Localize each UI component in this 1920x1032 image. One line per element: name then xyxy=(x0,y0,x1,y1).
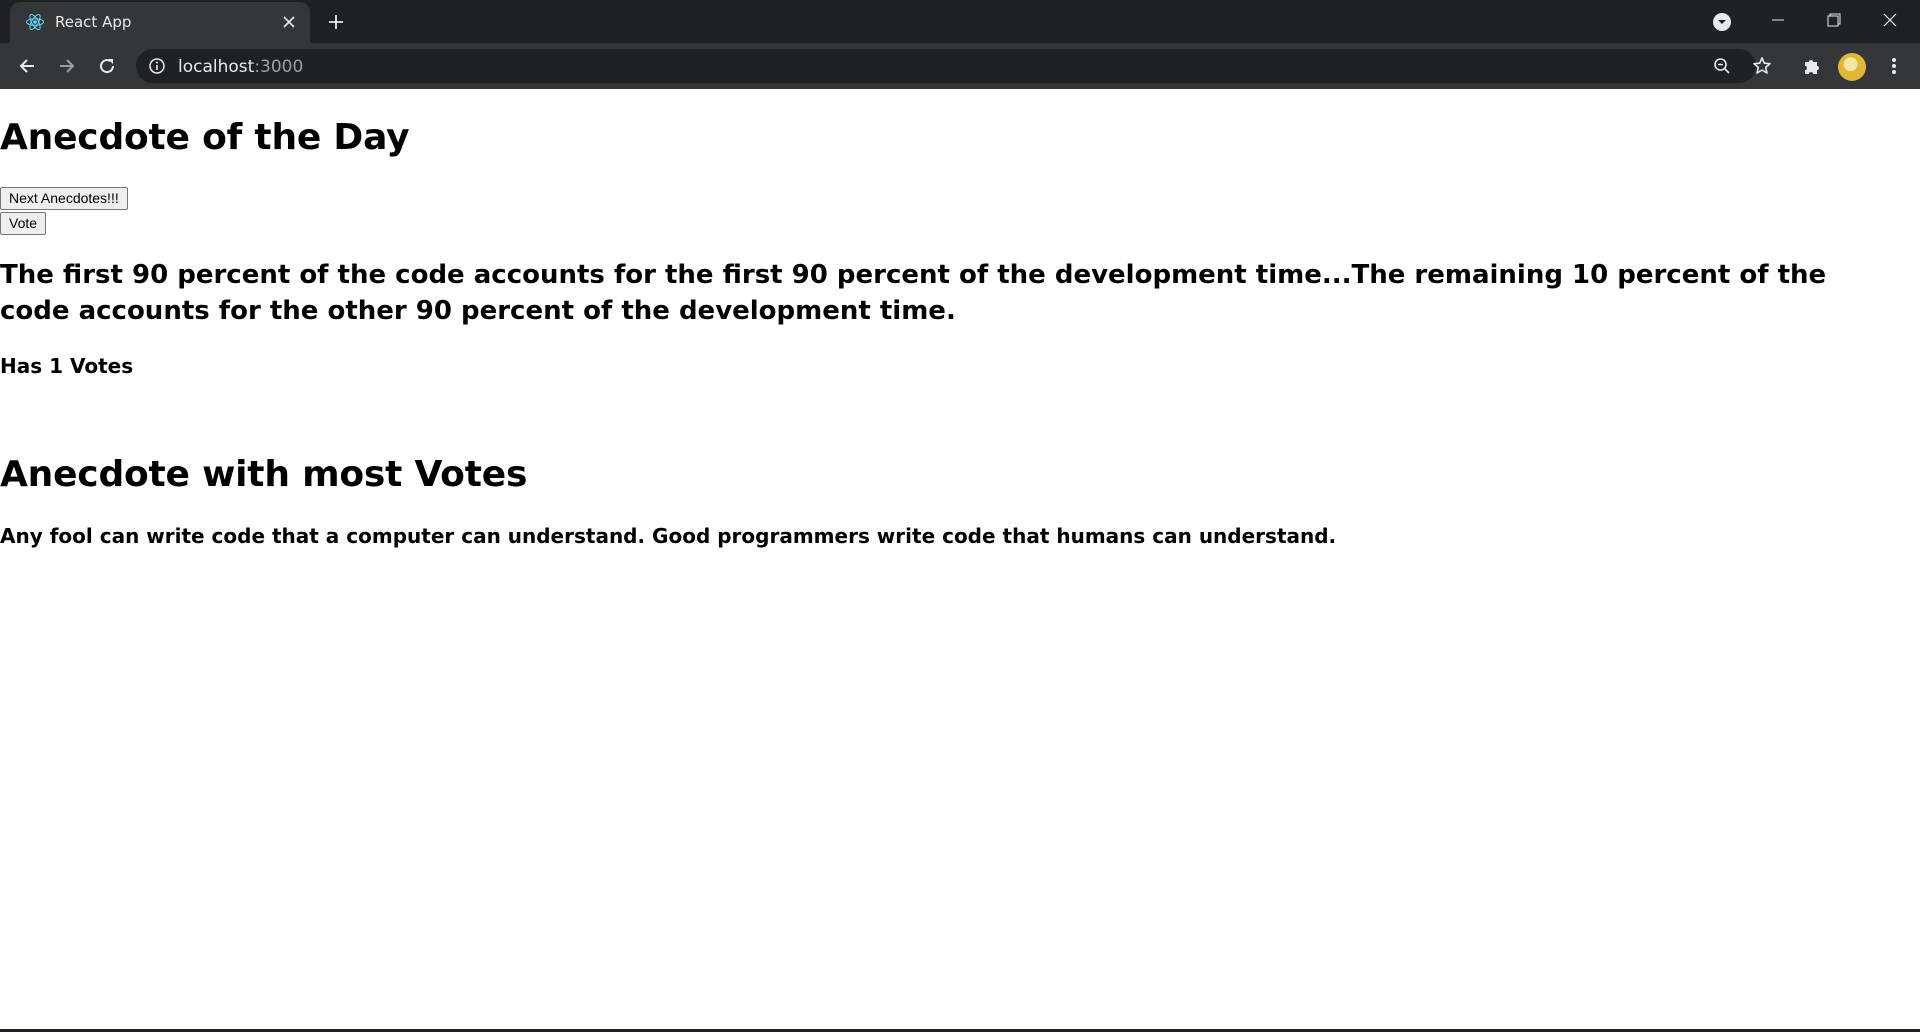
url-port: :3000 xyxy=(254,57,304,77)
tab-strip: React App xyxy=(0,0,1920,43)
window-close-icon[interactable] xyxy=(1862,0,1918,40)
next-anecdote-button[interactable]: Next Anecdotes!!! xyxy=(0,187,128,210)
puzzle-icon[interactable] xyxy=(1800,54,1824,78)
vote-button[interactable]: Vote xyxy=(0,212,47,235)
page-title: Anecdote of the Day xyxy=(0,117,410,158)
close-icon[interactable] xyxy=(280,13,298,31)
tab-title: React App xyxy=(55,13,132,31)
most-voted-anecdote: Any fool can write code that a computer … xyxy=(0,524,1337,548)
info-icon[interactable] xyxy=(148,57,166,75)
arrow-left-icon[interactable] xyxy=(12,51,42,81)
vote-count: Has 1 Votes xyxy=(0,354,134,378)
chevron-down-icon[interactable] xyxy=(1710,10,1734,34)
browser-toolbar: localhost:3000 xyxy=(0,43,1920,89)
anecdote-text: The first 90 percent of the code account… xyxy=(0,260,1827,326)
restore-icon[interactable] xyxy=(1806,0,1862,40)
page-content: Anecdote of the Day Next Anecdotes!!! Vo… xyxy=(0,89,1920,1032)
url-host: localhost xyxy=(178,57,255,77)
minimize-icon[interactable] xyxy=(1750,0,1806,40)
url-text: localhost:3000 xyxy=(178,57,303,77)
react-icon xyxy=(25,12,45,32)
zoom-out-icon[interactable] xyxy=(1710,54,1734,78)
browser-tab[interactable]: React App xyxy=(10,2,310,43)
address-bar[interactable]: localhost:3000 xyxy=(136,49,1756,83)
arrow-right-icon[interactable] xyxy=(52,51,82,81)
kebab-menu-icon[interactable] xyxy=(1882,54,1906,78)
most-votes-title: Anecdote with most Votes xyxy=(0,454,528,495)
avatar[interactable] xyxy=(1838,53,1866,81)
plus-icon[interactable] xyxy=(324,10,348,34)
reload-icon[interactable] xyxy=(92,51,122,81)
star-icon[interactable] xyxy=(1750,54,1774,78)
